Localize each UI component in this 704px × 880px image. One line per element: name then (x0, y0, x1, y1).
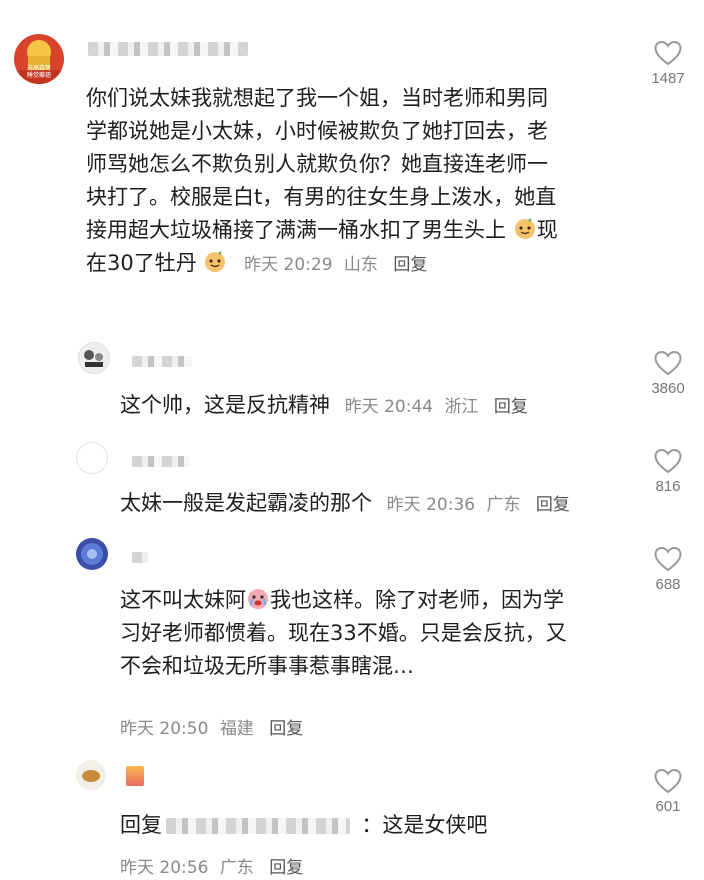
comment-text-line: 这个帅，这是反抗精神 昨天 20:44 浙江 回复 (120, 389, 620, 424)
comment-time: 昨天 20:36 (386, 495, 476, 515)
comment-location: 广东 (219, 858, 254, 878)
like-count: 601 (655, 798, 681, 815)
user-avatar[interactable]: 苏高森哥 睡觉瓣翘 (14, 34, 64, 84)
reply-button[interactable]: 回复 (494, 397, 528, 417)
like-button[interactable]: 3860 (638, 350, 698, 397)
reply-button[interactable]: 回复 (536, 495, 570, 515)
comment-location: 广东 (486, 495, 521, 515)
comment-text-line: 学都说她是小太妹，小时候被欺负了她打回去，老 (86, 119, 548, 143)
comment-text-segment: 在30了牡丹 (86, 251, 197, 275)
comment-text-line: 这不叫太妹阿 我也这样。除了对老师，因为学 (120, 584, 640, 617)
mentioned-user-blurred[interactable] (166, 818, 350, 834)
comment-location: 浙江 (444, 397, 479, 417)
avatar-illustration (84, 350, 103, 367)
like-count: 688 (655, 576, 681, 593)
comment-text-line: 不会和垃圾无所事事惹事瞎混… (120, 654, 414, 678)
comment-time: 昨天 20:29 (244, 255, 333, 275)
crying-face-emoji (248, 589, 268, 609)
comment-location: 山东 (343, 255, 378, 275)
like-count: 1487 (651, 70, 685, 87)
comment-text-line: 在30了牡丹 昨天 20:29 山东 回复 (86, 247, 646, 282)
smile-dog-emoji (514, 218, 535, 239)
like-count: 3860 (651, 380, 685, 397)
comment-text: 这个帅，这是反抗精神 (120, 393, 330, 417)
heart-outline-icon (654, 448, 682, 474)
comment-text-line: 太妹一般是发起霸凌的那个 昨天 20:36 广东 回复 (120, 487, 620, 522)
comment-text-segment: 现 (536, 218, 558, 242)
comment-location: 福建 (219, 719, 254, 739)
username-blurred[interactable] (126, 766, 144, 786)
username-blurred[interactable] (132, 552, 148, 563)
avatar-illustration (81, 543, 103, 565)
comment-text-line: 块打了。校服是白t，有男的往女生身上泼水，她直 (86, 185, 557, 209)
avatar-text-2: 睡觉瓣翘 (26, 72, 51, 79)
heart-outline-icon (654, 40, 682, 66)
comment-text-line: 师骂她怎么不欺负别人就欺负你？她直接连老师一 (86, 152, 548, 176)
comment-text-segment: ：这是女侠吧 (361, 813, 488, 837)
like-button[interactable]: 1487 (638, 40, 698, 87)
comment-text-segment: 我也这样。除了对老师，因为学 (270, 588, 564, 612)
like-button[interactable]: 688 (638, 546, 698, 593)
user-avatar[interactable] (76, 442, 108, 474)
user-avatar[interactable] (76, 760, 106, 790)
heart-outline-icon (654, 546, 682, 572)
like-count: 816 (655, 478, 681, 495)
like-button[interactable]: 601 (638, 768, 698, 815)
smile-dog-emoji (205, 251, 226, 272)
username-blurred[interactable] (88, 42, 248, 56)
heart-outline-icon (654, 768, 682, 794)
reply-button[interactable]: 回复 (269, 858, 303, 878)
comment-text-segment: 接用超大垃圾桶接了满满一桶水扣了男生头上 (86, 218, 506, 242)
comment-text: 太妹一般是发起霸凌的那个 (120, 491, 372, 515)
reply-button[interactable]: 回复 (269, 719, 303, 739)
username-blurred[interactable] (132, 456, 190, 467)
comment-time: 昨天 20:56 (120, 858, 209, 878)
comment-text-line: 你们说太妹我就想起了我一个姐，当时老师和男同 (86, 86, 548, 110)
comment-time: 昨天 20:50 (120, 719, 209, 739)
comment-text-segment: 这不叫太妹阿 (120, 588, 246, 612)
user-avatar[interactable] (76, 538, 108, 570)
reply-button[interactable]: 回复 (393, 255, 427, 275)
user-avatar[interactable] (78, 342, 110, 374)
avatar-text-1: 苏高森哥 (26, 65, 51, 72)
username-blurred[interactable] (132, 356, 192, 367)
comment-text-segment: 回复 (120, 813, 162, 837)
avatar-illustration (82, 770, 100, 782)
heart-outline-icon (654, 350, 682, 376)
like-button[interactable]: 816 (638, 448, 698, 495)
comment-time: 昨天 20:44 (344, 397, 434, 417)
comment-text-line: 习好老师都惯着。现在33不婚。只是会反抗，又 (120, 621, 567, 645)
comment-text-line: 接用超大垃圾桶接了满满一桶水扣了男生头上 现 (86, 214, 646, 247)
